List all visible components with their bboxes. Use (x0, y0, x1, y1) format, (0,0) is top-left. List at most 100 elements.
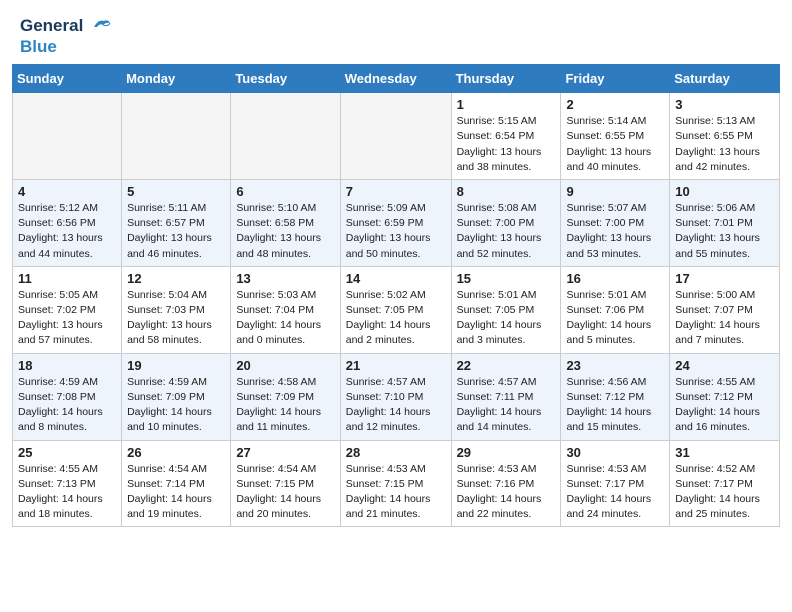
calendar-cell: 30 Sunrise: 4:53 AM Sunset: 7:17 PM Dayli… (561, 440, 670, 527)
day-info: Sunrise: 4:53 AM Sunset: 7:17 PM Dayligh… (566, 462, 664, 523)
day-number: 26 (127, 445, 225, 460)
day-number: 15 (457, 271, 556, 286)
week-row-2: 4 Sunrise: 5:12 AM Sunset: 6:56 PM Daylig… (13, 179, 780, 266)
weekday-header-wednesday: Wednesday (340, 65, 451, 93)
calendar-wrapper: SundayMondayTuesdayWednesdayThursdayFrid… (0, 64, 792, 539)
calendar-cell: 11 Sunrise: 5:05 AM Sunset: 7:02 PM Dayli… (13, 266, 122, 353)
day-info: Sunrise: 5:01 AM Sunset: 7:05 PM Dayligh… (457, 288, 556, 349)
calendar-cell: 7 Sunrise: 5:09 AM Sunset: 6:59 PM Daylig… (340, 179, 451, 266)
day-number: 16 (566, 271, 664, 286)
day-info: Sunrise: 5:14 AM Sunset: 6:55 PM Dayligh… (566, 114, 664, 175)
calendar-cell: 28 Sunrise: 4:53 AM Sunset: 7:15 PM Dayli… (340, 440, 451, 527)
calendar-cell: 5 Sunrise: 5:11 AM Sunset: 6:57 PM Daylig… (122, 179, 231, 266)
day-info: Sunrise: 4:54 AM Sunset: 7:15 PM Dayligh… (236, 462, 334, 523)
calendar-table: SundayMondayTuesdayWednesdayThursdayFrid… (12, 64, 780, 527)
day-info: Sunrise: 4:55 AM Sunset: 7:13 PM Dayligh… (18, 462, 116, 523)
day-info: Sunrise: 5:10 AM Sunset: 6:58 PM Dayligh… (236, 201, 334, 262)
calendar-cell: 26Sunrise: 4:54 AM Sunset: 7:14 PM Dayli… (122, 440, 231, 527)
day-number: 29 (457, 445, 556, 460)
calendar-cell: 31Sunrise: 4:52 AM Sunset: 7:17 PM Dayli… (670, 440, 780, 527)
day-info: Sunrise: 4:59 AM Sunset: 7:08 PM Dayligh… (18, 375, 116, 436)
day-number: 8 (457, 184, 556, 199)
calendar-cell: 22 Sunrise: 4:57 AM Sunset: 7:11 PM Dayli… (451, 353, 561, 440)
calendar-cell: 4 Sunrise: 5:12 AM Sunset: 6:56 PM Daylig… (13, 179, 122, 266)
day-number: 24 (675, 358, 774, 373)
day-number: 12 (127, 271, 225, 286)
day-number: 30 (566, 445, 664, 460)
day-number: 13 (236, 271, 334, 286)
day-info: Sunrise: 4:55 AM Sunset: 7:12 PM Dayligh… (675, 375, 774, 436)
calendar-cell: 27 Sunrise: 4:54 AM Sunset: 7:15 PM Dayli… (231, 440, 340, 527)
day-info: Sunrise: 4:57 AM Sunset: 7:11 PM Dayligh… (457, 375, 556, 436)
calendar-cell: 2Sunrise: 5:14 AM Sunset: 6:55 PM Daylig… (561, 93, 670, 180)
day-number: 1 (457, 97, 556, 112)
calendar-cell (122, 93, 231, 180)
page-header: General Blue (0, 0, 792, 64)
day-info: Sunrise: 5:01 AM Sunset: 7:06 PM Dayligh… (566, 288, 664, 349)
calendar-cell: 1 Sunrise: 5:15 AM Sunset: 6:54 PM Daylig… (451, 93, 561, 180)
day-number: 20 (236, 358, 334, 373)
day-number: 25 (18, 445, 116, 460)
day-info: Sunrise: 5:09 AM Sunset: 6:59 PM Dayligh… (346, 201, 446, 262)
calendar-cell: 10Sunrise: 5:06 AM Sunset: 7:01 PM Dayli… (670, 179, 780, 266)
day-number: 3 (675, 97, 774, 112)
day-number: 28 (346, 445, 446, 460)
day-info: Sunrise: 4:59 AM Sunset: 7:09 PM Dayligh… (127, 375, 225, 436)
day-info: Sunrise: 5:00 AM Sunset: 7:07 PM Dayligh… (675, 288, 774, 349)
day-number: 18 (18, 358, 116, 373)
calendar-cell: 17Sunrise: 5:00 AM Sunset: 7:07 PM Dayli… (670, 266, 780, 353)
day-number: 9 (566, 184, 664, 199)
calendar-cell: 14 Sunrise: 5:02 AM Sunset: 7:05 PM Dayli… (340, 266, 451, 353)
calendar-cell: 24 Sunrise: 4:55 AM Sunset: 7:12 PM Dayli… (670, 353, 780, 440)
calendar-cell: 18 Sunrise: 4:59 AM Sunset: 7:08 PM Dayli… (13, 353, 122, 440)
day-number: 31 (675, 445, 774, 460)
logo: General Blue (20, 16, 112, 56)
week-row-5: 25 Sunrise: 4:55 AM Sunset: 7:13 PM Dayli… (13, 440, 780, 527)
calendar-cell (13, 93, 122, 180)
calendar-cell: 19 Sunrise: 4:59 AM Sunset: 7:09 PM Dayli… (122, 353, 231, 440)
calendar-cell: 25 Sunrise: 4:55 AM Sunset: 7:13 PM Dayli… (13, 440, 122, 527)
week-row-1: 1 Sunrise: 5:15 AM Sunset: 6:54 PM Daylig… (13, 93, 780, 180)
day-number: 11 (18, 271, 116, 286)
day-info: Sunrise: 5:04 AM Sunset: 7:03 PM Dayligh… (127, 288, 225, 349)
day-number: 22 (457, 358, 556, 373)
day-number: 21 (346, 358, 446, 373)
day-info: Sunrise: 5:08 AM Sunset: 7:00 PM Dayligh… (457, 201, 556, 262)
calendar-body: 1 Sunrise: 5:15 AM Sunset: 6:54 PM Daylig… (13, 93, 780, 527)
weekday-header-tuesday: Tuesday (231, 65, 340, 93)
calendar-cell: 12 Sunrise: 5:04 AM Sunset: 7:03 PM Dayli… (122, 266, 231, 353)
day-info: Sunrise: 5:05 AM Sunset: 7:02 PM Dayligh… (18, 288, 116, 349)
calendar-cell (340, 93, 451, 180)
day-info: Sunrise: 4:53 AM Sunset: 7:15 PM Dayligh… (346, 462, 446, 523)
calendar-cell (231, 93, 340, 180)
logo-blue: Blue (20, 37, 112, 57)
day-number: 19 (127, 358, 225, 373)
calendar-cell: 3Sunrise: 5:13 AM Sunset: 6:55 PM Daylig… (670, 93, 780, 180)
day-number: 23 (566, 358, 664, 373)
week-row-3: 11 Sunrise: 5:05 AM Sunset: 7:02 PM Dayli… (13, 266, 780, 353)
weekday-header-monday: Monday (122, 65, 231, 93)
day-info: Sunrise: 5:12 AM Sunset: 6:56 PM Dayligh… (18, 201, 116, 262)
day-number: 27 (236, 445, 334, 460)
day-number: 5 (127, 184, 225, 199)
day-number: 4 (18, 184, 116, 199)
day-info: Sunrise: 4:57 AM Sunset: 7:10 PM Dayligh… (346, 375, 446, 436)
day-info: Sunrise: 5:03 AM Sunset: 7:04 PM Dayligh… (236, 288, 334, 349)
logo-text: General Blue (20, 16, 112, 56)
day-info: Sunrise: 4:56 AM Sunset: 7:12 PM Dayligh… (566, 375, 664, 436)
logo-bird-icon (90, 17, 112, 37)
day-info: Sunrise: 5:02 AM Sunset: 7:05 PM Dayligh… (346, 288, 446, 349)
day-number: 7 (346, 184, 446, 199)
weekday-header-friday: Friday (561, 65, 670, 93)
day-info: Sunrise: 5:15 AM Sunset: 6:54 PM Dayligh… (457, 114, 556, 175)
weekday-header-saturday: Saturday (670, 65, 780, 93)
calendar-cell: 15 Sunrise: 5:01 AM Sunset: 7:05 PM Dayli… (451, 266, 561, 353)
calendar-cell: 23 Sunrise: 4:56 AM Sunset: 7:12 PM Dayli… (561, 353, 670, 440)
calendar-cell: 20Sunrise: 4:58 AM Sunset: 7:09 PM Dayli… (231, 353, 340, 440)
day-info: Sunrise: 5:11 AM Sunset: 6:57 PM Dayligh… (127, 201, 225, 262)
day-number: 14 (346, 271, 446, 286)
calendar-cell: 8 Sunrise: 5:08 AM Sunset: 7:00 PM Daylig… (451, 179, 561, 266)
calendar-cell: 13 Sunrise: 5:03 AM Sunset: 7:04 PM Dayli… (231, 266, 340, 353)
week-row-4: 18 Sunrise: 4:59 AM Sunset: 7:08 PM Dayli… (13, 353, 780, 440)
weekday-header-row: SundayMondayTuesdayWednesdayThursdayFrid… (13, 65, 780, 93)
